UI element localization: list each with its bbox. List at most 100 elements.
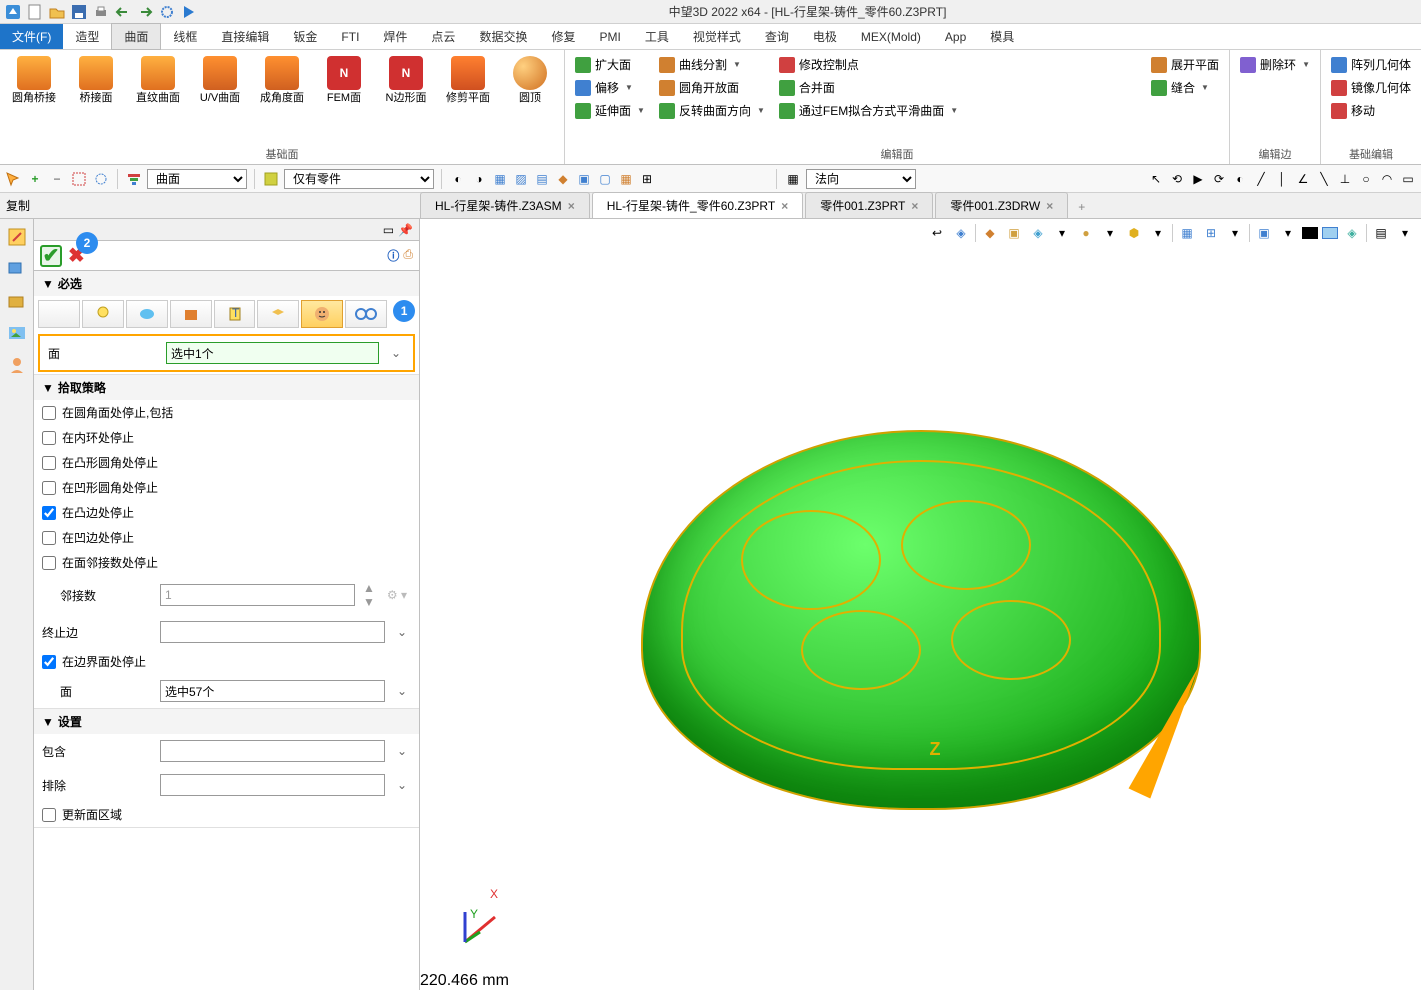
vt-dd3[interactable]: ▾: [1148, 223, 1168, 243]
section-header-strategy[interactable]: ▼拾取策略: [34, 375, 419, 400]
combo-surface[interactable]: 曲面: [147, 169, 247, 189]
check-boundary-face[interactable]: 在边界面处停止: [34, 649, 419, 674]
side-layer-icon[interactable]: [5, 289, 29, 313]
tab-part001-prt[interactable]: 零件001.Z3PRT×: [805, 192, 933, 218]
settings-icon[interactable]: [158, 3, 176, 21]
menu-data-exchange[interactable]: 数据交换: [467, 24, 539, 49]
menu-query[interactable]: 查询: [753, 24, 801, 49]
expand-icon[interactable]: ⚙ ▾: [383, 588, 411, 602]
check-convex-fillet[interactable]: 在凸形圆角处停止: [34, 450, 419, 475]
tb-misc-5[interactable]: ▤: [533, 170, 551, 188]
tb-line-7[interactable]: ◠: [1378, 170, 1396, 188]
btn-pattern-geometry[interactable]: 阵列几何体: [1327, 54, 1415, 75]
btn-merge-face[interactable]: 合并面: [775, 77, 962, 98]
filter-icon[interactable]: [125, 170, 143, 188]
check-update-region[interactable]: 更新面区域: [34, 802, 419, 827]
tb-line-3[interactable]: ∠: [1294, 170, 1312, 188]
open-icon[interactable]: [48, 3, 66, 21]
tb-line-6[interactable]: ○: [1357, 170, 1375, 188]
vt-dd1[interactable]: ▾: [1052, 223, 1072, 243]
tb-misc-2[interactable]: ◑: [470, 170, 488, 188]
btn-reverse-surface[interactable]: 反转曲面方向▼: [655, 100, 769, 121]
vt-sphere-icon[interactable]: ●: [1076, 223, 1096, 243]
help-icon[interactable]: ⎙: [403, 247, 413, 264]
filter-text[interactable]: T: [214, 300, 256, 328]
vt-black-icon[interactable]: [1302, 227, 1318, 239]
tb-line-8[interactable]: ▭: [1399, 170, 1417, 188]
close-icon[interactable]: ×: [1046, 199, 1053, 213]
btn-fillet-bridge[interactable]: 圆角桥接: [6, 54, 62, 107]
tb-line-5[interactable]: ⊥: [1336, 170, 1354, 188]
model-3d[interactable]: Z: [601, 370, 1241, 870]
confirm-button[interactable]: ✔: [40, 245, 62, 267]
btn-angle-surface[interactable]: 成角度面: [254, 54, 310, 107]
tb-misc-8[interactable]: ▢: [596, 170, 614, 188]
panel-pin-icon[interactable]: 📌: [398, 223, 413, 237]
menu-app[interactable]: App: [933, 26, 978, 48]
vt-box-icon[interactable]: ▣: [1004, 223, 1024, 243]
tb-nav-5[interactable]: ◐: [1231, 170, 1249, 188]
btn-fillet-open-face[interactable]: 圆角开放面: [655, 77, 769, 98]
menu-visual[interactable]: 视觉样式: [681, 24, 753, 49]
btn-bridge-face[interactable]: 桥接面: [68, 54, 124, 107]
menu-sheetmetal[interactable]: 钣金: [281, 24, 329, 49]
vt-dd6[interactable]: ▾: [1395, 223, 1415, 243]
tb-line-4[interactable]: ╲: [1315, 170, 1333, 188]
tb-misc-9[interactable]: ▦: [617, 170, 635, 188]
tab-assembly[interactable]: HL-行星架-铸件.Z3ASM×: [420, 192, 590, 218]
btn-modify-ctrl-pts[interactable]: 修改控制点: [775, 54, 962, 75]
tb-nav-4[interactable]: ⟳: [1210, 170, 1228, 188]
app-icon[interactable]: [4, 3, 22, 21]
scope-icon[interactable]: [262, 170, 280, 188]
check-inner-loop[interactable]: 在内环处停止: [34, 425, 419, 450]
menu-tools[interactable]: 工具: [633, 24, 681, 49]
btn-mirror-geometry[interactable]: 镜像几何体: [1327, 77, 1415, 98]
vt-split-icon[interactable]: ▤: [1371, 223, 1391, 243]
expand-icon[interactable]: ⌄: [393, 625, 411, 639]
new-icon[interactable]: [26, 3, 44, 21]
vt-screen-icon[interactable]: ▣: [1254, 223, 1274, 243]
btn-nside-surface[interactable]: NN边形面: [378, 54, 434, 107]
vt-back-icon[interactable]: ↩: [927, 223, 947, 243]
expand-icon[interactable]: ⌄: [393, 744, 411, 758]
btn-move[interactable]: 移动: [1327, 100, 1415, 121]
filter-body[interactable]: [126, 300, 168, 328]
spinner-down[interactable]: ▼: [363, 595, 375, 609]
section-header-settings[interactable]: ▼设置: [34, 709, 419, 734]
vt-dd4[interactable]: ▾: [1225, 223, 1245, 243]
input-boundary-face[interactable]: [160, 680, 385, 702]
vt-teal-icon[interactable]: ◈: [1342, 223, 1362, 243]
btn-sew[interactable]: 缝合▼: [1147, 77, 1223, 98]
save-icon[interactable]: [70, 3, 88, 21]
combo-normal[interactable]: 法向: [806, 169, 916, 189]
menu-electrode[interactable]: 电极: [801, 24, 849, 49]
combo-parts-only[interactable]: 仅有零件: [284, 169, 434, 189]
tb-nav-2[interactable]: ⟲: [1168, 170, 1186, 188]
btn-fem-smooth[interactable]: 通过FEM拟合方式平滑曲面▼: [775, 100, 962, 121]
check-concave-edge[interactable]: 在凹边处停止: [34, 525, 419, 550]
info-icon[interactable]: ⓘ: [387, 247, 399, 264]
tb-nav-1[interactable]: ↖: [1147, 170, 1165, 188]
vt-dd5[interactable]: ▾: [1278, 223, 1298, 243]
select-mode-icon[interactable]: [4, 170, 22, 188]
vt-dim-icon[interactable]: ⊞: [1201, 223, 1221, 243]
spinner-up[interactable]: ▲: [363, 581, 375, 595]
vt-hex-icon[interactable]: ⬢: [1124, 223, 1144, 243]
btn-extend-face[interactable]: 延伸面▼: [571, 100, 649, 121]
menu-mold[interactable]: 模具: [978, 24, 1026, 49]
tb-line-1[interactable]: ╱: [1252, 170, 1270, 188]
filter-face[interactable]: [301, 300, 343, 328]
filter-box[interactable]: [170, 300, 212, 328]
tb-misc-10[interactable]: ⊞: [638, 170, 656, 188]
vt-shade-icon[interactable]: ◆: [980, 223, 1000, 243]
menu-repair[interactable]: 修复: [539, 24, 587, 49]
tb-misc-6[interactable]: ◆: [554, 170, 572, 188]
coordinate-gizmo[interactable]: X Y: [450, 897, 510, 960]
tb-nav-3[interactable]: ▶: [1189, 170, 1207, 188]
menu-pmi[interactable]: PMI: [587, 26, 632, 48]
lasso-icon[interactable]: [92, 170, 110, 188]
filter-all[interactable]: [38, 300, 80, 328]
filter-view[interactable]: [345, 300, 387, 328]
btn-curve-split[interactable]: 曲线分割▼: [655, 54, 769, 75]
tb-misc-1[interactable]: ◐: [449, 170, 467, 188]
